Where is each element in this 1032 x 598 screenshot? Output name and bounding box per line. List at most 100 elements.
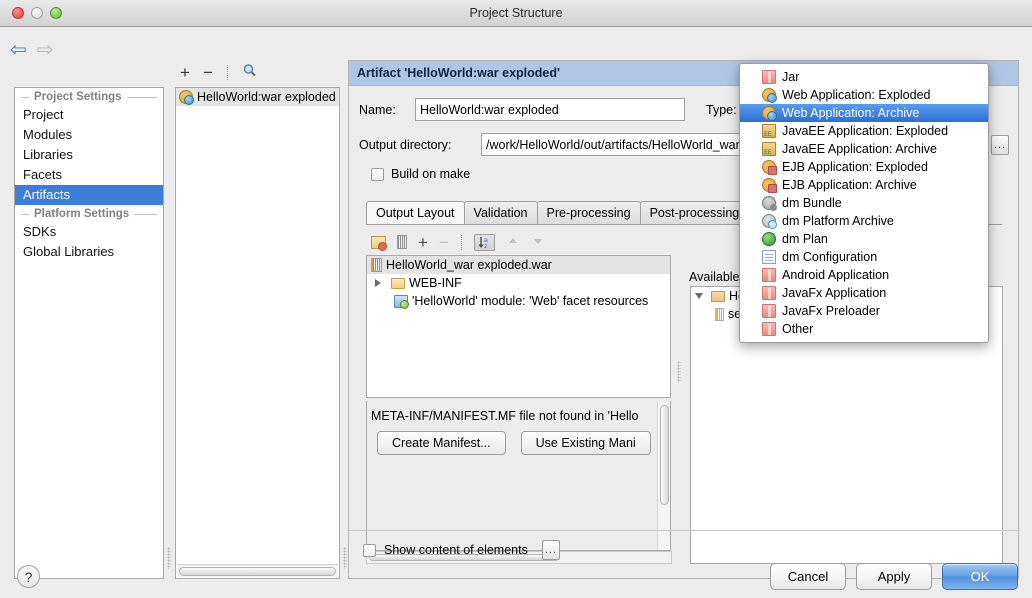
build-on-make-checkbox[interactable] [371, 167, 384, 181]
details-divider [349, 530, 1018, 531]
tree-row[interactable]: WEB-INF [367, 274, 670, 292]
settings-navigation-list[interactable]: Project Settings Project Modules Librari… [14, 87, 164, 579]
menu-item-ejb-application-exploded[interactable]: EJB Application: Exploded [740, 158, 988, 176]
ejb-app-icon [762, 160, 777, 175]
menu-item-jar[interactable]: Jar [740, 68, 988, 86]
tab-output-layout[interactable]: Output Layout [366, 201, 465, 224]
artifacts-toolbar: + − [175, 59, 340, 85]
artifacts-horizontal-scrollbar[interactable] [177, 564, 338, 577]
menu-item-label: Jar [782, 70, 800, 84]
sidebar-item-global-libraries[interactable]: Global Libraries [15, 242, 163, 262]
menu-item-web-application-archive[interactable]: Web Application: Archive [740, 104, 988, 122]
build-on-make-label: Build on make [391, 167, 471, 181]
add-element-button[interactable]: + [418, 234, 428, 251]
artifact-label: HelloWorld:war exploded [197, 90, 336, 104]
chevron-right-icon[interactable] [375, 279, 381, 287]
menu-item-label: JavaFx Preloader [782, 304, 880, 318]
search-icon[interactable] [242, 63, 257, 81]
menu-item-label: Web Application: Archive [782, 106, 920, 120]
sidebar-item-artifacts[interactable]: Artifacts [15, 185, 163, 205]
window-titlebar: Project Structure [0, 0, 1032, 27]
menu-item-dm-bundle[interactable]: dm Bundle [740, 194, 988, 212]
sort-az-icon[interactable]: a z [473, 233, 495, 251]
show-content-row[interactable]: Show content of elements ... [363, 540, 560, 560]
tab-post-processing[interactable]: Post-processing [639, 201, 750, 224]
back-arrow-icon[interactable]: ⇦ [10, 40, 27, 60]
javaee-app-icon [762, 124, 776, 138]
menu-item-ejb-application-archive[interactable]: EJB Application: Archive [740, 176, 988, 194]
menu-item-label: dm Platform Archive [782, 214, 894, 228]
menu-item-dm-platform-archive[interactable]: dm Platform Archive [740, 212, 988, 230]
ok-button[interactable]: OK [942, 563, 1018, 590]
menu-item-label: dm Plan [782, 232, 828, 246]
navigation-toolbar: ⇦ ⇨ [10, 35, 170, 65]
splitter-handle-right[interactable] [343, 547, 347, 569]
details-tabs: Output Layout Validation Pre-processing … [366, 201, 750, 224]
menu-item-label: dm Configuration [782, 250, 878, 264]
toolbar-separator [226, 64, 228, 80]
menu-item-javaee-application-exploded[interactable]: JavaEE Application: Exploded [740, 122, 988, 140]
sidebar-item-facets[interactable]: Facets [15, 165, 163, 185]
tree-row[interactable]: HelloWorld_war exploded.war [367, 256, 670, 274]
web-app-icon [762, 88, 777, 103]
gift-icon [762, 268, 776, 282]
minimize-button[interactable] [31, 7, 43, 19]
gift-icon [762, 70, 776, 84]
tab-validation[interactable]: Validation [463, 201, 538, 224]
manifest-message: META-INF/MANIFEST.MF file not found in '… [371, 409, 639, 423]
add-artifact-button[interactable]: + [180, 64, 190, 81]
module-icon [394, 294, 409, 309]
list-item[interactable]: HelloWorld:war exploded [176, 88, 339, 106]
menu-item-dm-plan[interactable]: dm Plan [740, 230, 988, 248]
menu-item-dm-configuration[interactable]: dm Configuration [740, 248, 988, 266]
menu-item-web-application-exploded[interactable]: Web Application: Exploded [740, 86, 988, 104]
artifacts-list[interactable]: HelloWorld:war exploded [175, 87, 340, 579]
splitter-handle-left[interactable] [167, 547, 171, 569]
menu-item-android-application[interactable]: Android Application [740, 266, 988, 284]
manifest-vertical-scrollbar[interactable] [657, 402, 670, 550]
menu-item-javafx-preloader[interactable]: JavaFx Preloader [740, 302, 988, 320]
splitter-handle-center[interactable] [677, 361, 681, 383]
chevron-down-icon[interactable] [695, 293, 703, 299]
remove-element-button[interactable]: − [439, 234, 449, 251]
output-layout-tree[interactable]: HelloWorld_war exploded.war WEB-INF 'Hel… [366, 255, 671, 398]
folder-module-icon [711, 290, 725, 302]
artifact-name-input[interactable]: HelloWorld:war exploded [415, 98, 685, 121]
svg-text:z: z [484, 242, 488, 250]
new-directory-icon[interactable] [371, 235, 387, 251]
artifact-type-dropdown-menu[interactable]: Jar Web Application: Exploded Web Applic… [739, 63, 989, 343]
maximize-button[interactable] [50, 7, 62, 19]
menu-item-label: JavaEE Application: Archive [782, 142, 937, 156]
sidebar-item-sdks[interactable]: SDKs [15, 222, 163, 242]
manifest-buttons: Create Manifest... Use Existing Mani [367, 423, 670, 455]
apply-button[interactable]: Apply [856, 563, 932, 590]
sidebar-item-modules[interactable]: Modules [15, 125, 163, 145]
group-header-project-settings: Project Settings [15, 88, 163, 105]
show-content-browse-button[interactable]: ... [541, 540, 560, 560]
folder-icon [391, 277, 405, 289]
menu-item-javaee-application-archive[interactable]: JavaEE Application: Archive [740, 140, 988, 158]
help-button[interactable]: ? [17, 565, 40, 588]
cancel-button[interactable]: Cancel [770, 563, 846, 590]
menu-item-javafx-application[interactable]: JavaFx Application [740, 284, 988, 302]
move-down-icon[interactable] [531, 235, 545, 250]
sidebar-item-libraries[interactable]: Libraries [15, 145, 163, 165]
menu-item-other[interactable]: Other [740, 320, 988, 338]
artifact-icon [179, 90, 194, 105]
close-button[interactable] [12, 7, 24, 19]
create-manifest-button[interactable]: Create Manifest... [377, 431, 506, 455]
window-title: Project Structure [469, 6, 563, 20]
tree-row[interactable]: 'HelloWorld' module: 'Web' facet resourc… [367, 292, 670, 310]
use-existing-manifest-button[interactable]: Use Existing Mani [520, 431, 651, 455]
move-up-icon[interactable] [506, 235, 520, 250]
output-directory-browse-button[interactable]: ... [991, 134, 1009, 155]
remove-artifact-button[interactable]: − [203, 64, 213, 81]
forward-arrow-icon[interactable]: ⇨ [37, 40, 54, 60]
show-content-checkbox[interactable] [363, 543, 376, 557]
new-archive-icon[interactable] [397, 235, 407, 249]
tab-pre-processing[interactable]: Pre-processing [536, 201, 641, 224]
sidebar-item-project[interactable]: Project [15, 105, 163, 125]
dm-bundle-icon [762, 196, 777, 211]
dm-platform-icon [762, 214, 777, 229]
toolbar-separator [460, 234, 462, 250]
